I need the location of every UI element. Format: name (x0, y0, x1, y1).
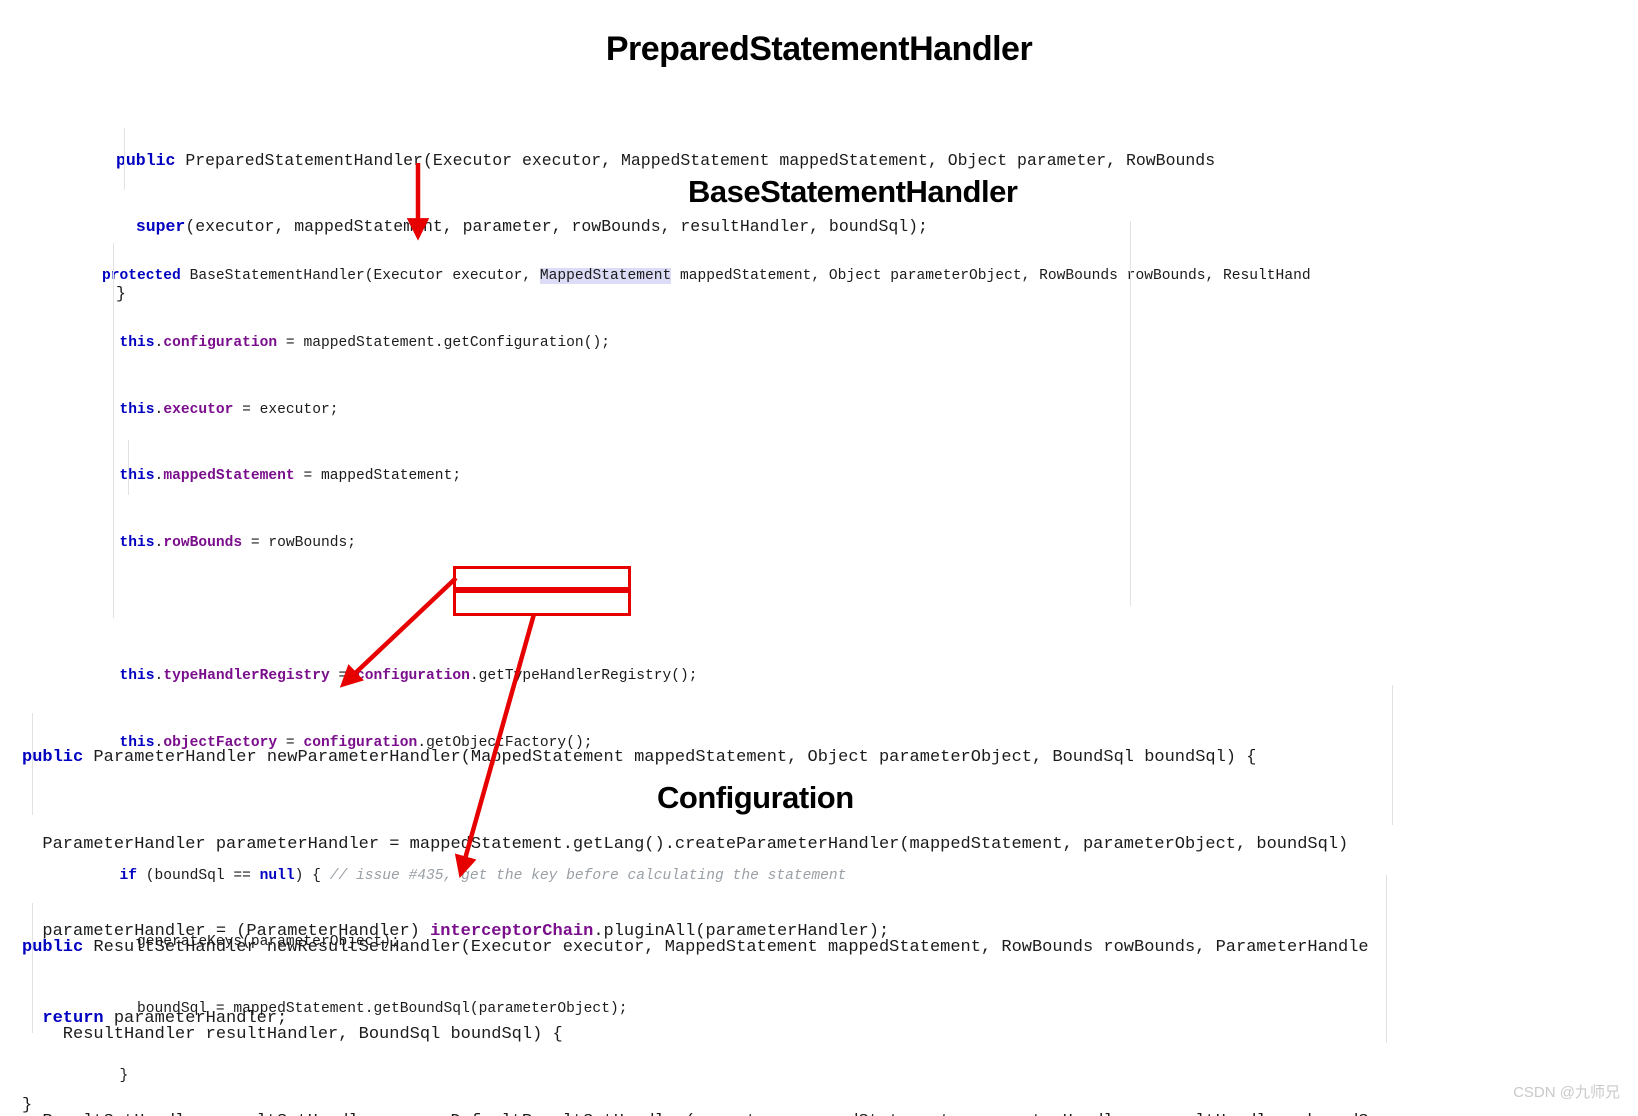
csdn-watermark: CSDN @九师兄 (1513, 1084, 1620, 1101)
code-block-configuration-new-result-set-handler: public ResultSetHandler newResultSetHand… (22, 875, 1369, 1116)
indent-guide (32, 713, 33, 815)
indent-guide (128, 440, 129, 495)
right-margin-guide (1386, 875, 1387, 1043)
code-line: ResultHandler resultHandler, BoundSql bo… (22, 1025, 563, 1044)
indent-guide (113, 243, 114, 618)
indent-guide (124, 128, 125, 190)
code-line: public PreparedStatementHandler(Executor… (116, 150, 1216, 170)
right-margin-guide (1392, 685, 1393, 825)
code-line: public ResultSetHandler newResultSetHand… (22, 938, 1369, 957)
indent-guide (32, 903, 33, 1033)
right-margin-guide (1130, 221, 1131, 606)
code-line: public ParameterHandler newParameterHand… (22, 748, 1257, 767)
diagram-canvas: PreparedStatementHandler BaseStatementHa… (0, 0, 1638, 1116)
annotation-box-new-result-set-handler (453, 590, 631, 616)
annotation-box-new-parameter-handler (453, 566, 631, 590)
code-line: this.typeHandlerRegistry = configuration… (119, 667, 698, 684)
heading-prepared-statement-handler: PreparedStatementHandler (605, 30, 1033, 68)
code-line: ResultSetHandler resultSetHandler = new … (22, 1107, 1368, 1116)
code-line: ParameterHandler parameterHandler = mapp… (22, 835, 1349, 854)
caret-highlight-token: MappedStatement (539, 268, 672, 285)
